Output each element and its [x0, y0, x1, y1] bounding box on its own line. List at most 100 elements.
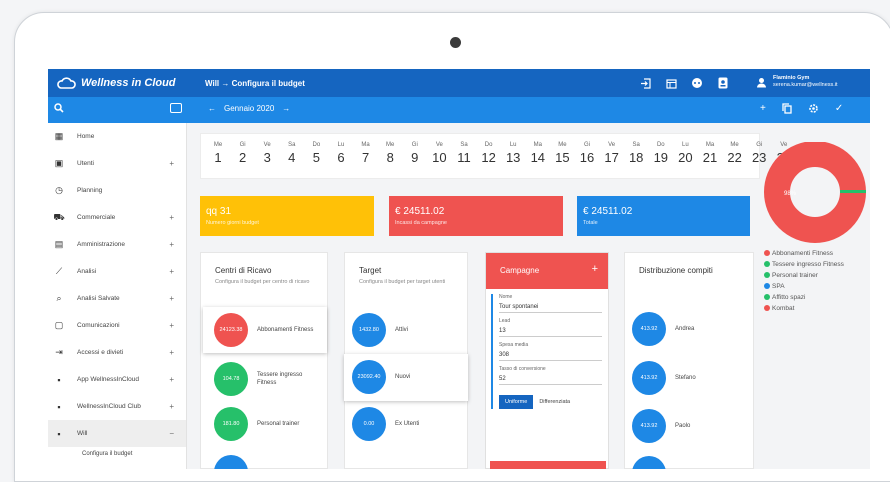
target-row[interactable]: 0.00 Ex Utenti: [352, 407, 419, 441]
expand-toggle[interactable]: +: [169, 402, 174, 411]
field-input[interactable]: 13: [499, 328, 602, 337]
day-cell[interactable]: Sa 18: [626, 134, 646, 165]
sidebar-item-label: Utenti: [77, 160, 94, 167]
staff-row[interactable]: 413.92 Andrea: [632, 312, 694, 346]
sidebar-subitem[interactable]: Configura il budget: [48, 447, 186, 461]
sidebar-item[interactable]: ▤ Amministrazione +: [48, 231, 186, 258]
copy-icon[interactable]: [782, 103, 792, 117]
expand-toggle[interactable]: +: [169, 159, 174, 168]
card-icon[interactable]: [170, 103, 182, 113]
day-cell[interactable]: Me 1: [208, 134, 228, 165]
day-cell[interactable]: Ma 7: [356, 134, 376, 165]
sidebar-item[interactable]: ▪ WellnessInCloud Club +: [48, 393, 186, 420]
confirm-button[interactable]: ✓: [835, 103, 843, 117]
calendar-icon[interactable]: [664, 76, 678, 90]
field-input[interactable]: Tour spontanei: [499, 304, 602, 313]
toggle-differenziata[interactable]: Differenziata: [533, 395, 576, 409]
login-icon[interactable]: [638, 76, 652, 90]
day-number: 16: [579, 150, 595, 165]
day-cell[interactable]: Do 19: [651, 134, 671, 165]
admin-icon: ▤: [54, 239, 64, 249]
centri-row[interactable]: 181.80 Personal trainer: [214, 407, 299, 441]
user-menu[interactable]: Flaminio Gym serena.kumar@wellness.it: [756, 75, 838, 89]
chat-icon[interactable]: [690, 76, 704, 90]
prev-month-button[interactable]: ←: [208, 104, 216, 113]
top-bar: Wellness in Cloud Will → Configura il bu…: [48, 69, 870, 97]
field-input[interactable]: 52: [499, 376, 602, 385]
next-month-button[interactable]: →: [282, 104, 290, 113]
day-cell[interactable]: Lu 13: [503, 134, 523, 165]
day-number: 9: [411, 150, 419, 165]
day-cell[interactable]: Ve 17: [602, 134, 622, 165]
budget-donut-chart: 98%: [764, 142, 866, 243]
day-name: Lu: [337, 142, 345, 148]
add-button[interactable]: +: [760, 103, 766, 117]
day-number: 11: [457, 150, 471, 165]
panel-title: Target: [359, 266, 382, 275]
sidebar-item[interactable]: ▦ Home: [48, 123, 186, 150]
day-cell[interactable]: Ma 21: [700, 134, 720, 165]
sidebar-item-label: App WellnessInCloud: [77, 376, 140, 383]
day-cell[interactable]: Me 8: [380, 134, 400, 165]
day-cell[interactable]: Ma 14: [528, 134, 548, 165]
sidebar-item[interactable]: ◷ Planning: [48, 177, 186, 204]
expand-toggle[interactable]: −: [169, 429, 174, 438]
expand-toggle[interactable]: +: [169, 267, 174, 276]
brand-logo[interactable]: Wellness in Cloud: [48, 77, 199, 89]
search-icon[interactable]: [54, 103, 64, 116]
kpi-value: € 24511.02: [583, 206, 633, 217]
sidebar-item-label: Planning: [77, 187, 103, 194]
day-cell[interactable]: Do 12: [479, 134, 499, 165]
expand-toggle[interactable]: +: [169, 348, 174, 357]
sidebar-item[interactable]: ⟋ Analisi +: [48, 258, 186, 285]
current-month: Gennaio 2020: [224, 104, 275, 113]
campagne-header: Campagne +: [486, 253, 608, 289]
expand-toggle[interactable]: +: [169, 240, 174, 249]
kpi-label: Totale: [583, 220, 598, 226]
sidebar-item[interactable]: ▣ Utenti +: [48, 150, 186, 177]
sidebar-item[interactable]: ▢ Comunicazioni +: [48, 312, 186, 339]
centri-row[interactable]: 104.78 Tessere ingresso Fitness: [214, 362, 317, 396]
target-row[interactable]: 23092.40 Nuovi: [352, 360, 410, 394]
expand-toggle[interactable]: +: [169, 321, 174, 330]
target-row[interactable]: 1432.80 Attivi: [352, 313, 408, 347]
next-campaign-card[interactable]: [490, 461, 606, 469]
field-input[interactable]: 308: [499, 352, 602, 361]
staff-row[interactable]: 413.92 Paolo: [632, 409, 690, 443]
sidebar-item[interactable]: ⌕ Analisi Salvate +: [48, 285, 186, 312]
add-campaign-button[interactable]: +: [592, 263, 598, 275]
day-cell[interactable]: Lu 20: [675, 134, 695, 165]
centri-row[interactable]: 24123.38 Abbonamenti Fitness: [214, 313, 313, 347]
day-name: Sa: [288, 142, 296, 148]
sidebar-item[interactable]: ▪ Will −: [48, 420, 186, 447]
staff-row[interactable]: 413.92 Stefano: [632, 361, 696, 395]
expand-toggle[interactable]: +: [169, 375, 174, 384]
badge-icon[interactable]: [716, 76, 730, 90]
day-cell[interactable]: Sa 4: [282, 134, 302, 165]
value-badge: 181.80: [214, 407, 248, 441]
day-cell[interactable]: Do 5: [306, 134, 326, 165]
settings-icon[interactable]: [808, 103, 819, 117]
day-cell[interactable]: Ve 3: [257, 134, 277, 165]
day-cell[interactable]: Me 22: [725, 134, 745, 165]
expand-toggle[interactable]: +: [169, 213, 174, 222]
expand-toggle[interactable]: +: [169, 294, 174, 303]
day-cell[interactable]: Ve 10: [429, 134, 449, 165]
day-cell[interactable]: Gi 2: [233, 134, 253, 165]
day-name: Sa: [460, 142, 468, 148]
day-cell[interactable]: Gi 9: [405, 134, 425, 165]
day-name: Do: [312, 142, 321, 148]
sidebar-item[interactable]: ▪ App WellnessInCloud +: [48, 366, 186, 393]
day-number: 5: [312, 150, 320, 165]
day-cell[interactable]: Sa 11: [454, 134, 474, 165]
toggle-uniforme[interactable]: Uniforme: [499, 395, 534, 409]
day-cell[interactable]: Me 15: [552, 134, 572, 165]
day-cell[interactable]: Gi 16: [577, 134, 597, 165]
sidebar-item[interactable]: ⇥ Accessi e divieti +: [48, 339, 186, 366]
legend-swatch: [764, 283, 770, 290]
day-cell[interactable]: Lu 6: [331, 134, 351, 165]
day-name: Do: [656, 142, 665, 148]
field-label: Lead: [499, 318, 511, 324]
sidebar-item[interactable]: ⛟ Commerciale +: [48, 204, 186, 231]
breadcrumb: Will → Configura il budget: [205, 78, 305, 88]
